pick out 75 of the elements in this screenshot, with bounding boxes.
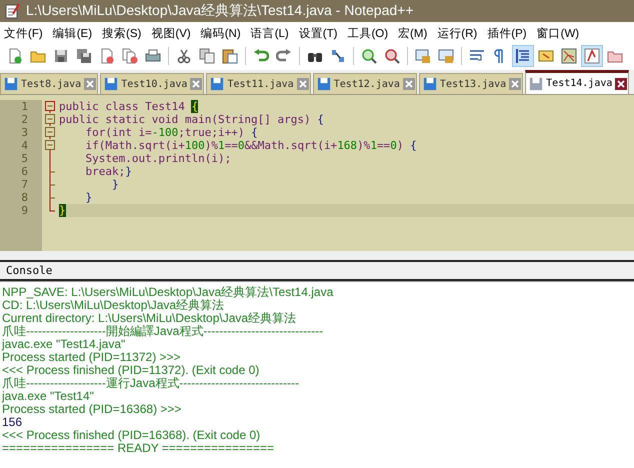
fold-toggle-icon[interactable]	[45, 100, 56, 113]
console-line: Process started (PID=16368) >>>	[2, 403, 182, 416]
copy-icon	[199, 48, 215, 64]
menu-item[interactable]: 搜索(S)	[98, 26, 146, 40]
menu-item[interactable]: 文件(F)	[0, 26, 47, 40]
line-number: 9	[0, 204, 42, 217]
console-line: <<< Process finished (PID=11372). (Exit code 0)	[2, 364, 260, 377]
file-tab[interactable]: Test14.java	[525, 70, 630, 94]
fold-toggle-icon[interactable]	[45, 113, 56, 126]
menu-item[interactable]: 设置(T)	[294, 26, 342, 40]
redo-icon	[276, 48, 292, 64]
line-number-gutter	[0, 217, 42, 251]
menu-item[interactable]: 窗口(W)	[532, 26, 584, 40]
close-file-icon	[99, 48, 115, 64]
indent-guide-icon	[515, 48, 531, 64]
save-icon	[53, 48, 69, 64]
console-line: 爪哇--------------------開始編譯Java程式------------------------------	[2, 325, 324, 338]
line-number: 8	[0, 191, 42, 204]
window-title: L:\Users\MiLu\Desktop\Java经典算法\Test14.java - Notepad++	[26, 2, 414, 20]
menu-item[interactable]: 宏(M)	[394, 26, 432, 40]
notepad-icon	[4, 3, 20, 19]
toolbar-button[interactable]	[512, 45, 534, 67]
print-icon	[145, 48, 161, 64]
menu-item[interactable]: 编码(N)	[196, 26, 245, 40]
close-icon[interactable]	[615, 78, 628, 90]
zoom-out-icon	[384, 48, 400, 64]
zoom-in-icon	[361, 48, 377, 64]
menu-item[interactable]: 视图(V)	[147, 26, 195, 40]
code-line: }	[110, 178, 120, 191]
line-number: 5	[0, 152, 42, 165]
console-line: javac.exe "Test14.java"	[2, 338, 126, 351]
console-line: NPP_SAVE: L:\Users\MiLu\Desktop\Java经典算法\Test14.java	[2, 286, 334, 299]
file-tab[interactable]: Test11.java	[206, 73, 311, 94]
save-all-icon	[76, 48, 92, 64]
fold-line-icon	[49, 152, 51, 165]
menu-item[interactable]: 插件(P)	[483, 26, 531, 40]
line-number: 3	[0, 126, 42, 139]
code-line: for(int i=-100;true;i++) {	[84, 126, 259, 139]
new-file-icon	[7, 48, 23, 64]
code-line: break;}	[84, 165, 133, 178]
console-line: java.exe "Test14"	[2, 390, 95, 403]
console-line: Current directory: L:\Users\MiLu\Desktop\Java经典算法	[2, 312, 298, 325]
code-line: if(Math.sqrt(i+100)%1==0&&Math.sqrt(i+168)%1==0) {	[84, 139, 418, 152]
scissors-icon	[176, 48, 192, 64]
line-number: 4	[0, 139, 42, 152]
console-line: ================ READY ================	[2, 442, 276, 455]
line-number: 1	[0, 100, 42, 113]
file-tab[interactable]: Test10.java	[100, 73, 204, 94]
code-line: System.out.println(i);	[84, 152, 232, 165]
panel-title: Console	[6, 264, 52, 277]
file-tab[interactable]: Test13.java	[418, 73, 524, 94]
code-line: public static void main(String[] args) {	[59, 113, 325, 126]
line-number: 2	[0, 113, 42, 126]
menu-item[interactable]: 工具(O)	[343, 26, 392, 40]
console-line: CD: L:\Users\MiLu\Desktop\Java经典算法	[2, 299, 226, 312]
code-line: public class Test14 {	[59, 100, 200, 113]
console-line: 156	[2, 416, 24, 429]
paste-icon	[222, 48, 238, 64]
close-all-icon	[122, 48, 138, 64]
console-line: <<< Process finished (PID=16368). (Exit code 0)	[2, 429, 262, 442]
code-line: }	[84, 191, 94, 204]
fold-toggle-icon[interactable]	[45, 126, 56, 139]
fold-end-icon	[49, 204, 55, 212]
line-number: 6	[0, 165, 42, 178]
fold-toggle-icon[interactable]	[45, 139, 56, 152]
menu-item[interactable]: 编辑(E)	[48, 26, 96, 40]
file-tab[interactable]: Test12.java	[312, 73, 417, 94]
file-tab[interactable]: Test8.java	[0, 73, 98, 94]
console-line: Process started (PID=11372) >>>	[2, 351, 182, 364]
menu-item[interactable]: 运行(R)	[433, 26, 482, 40]
menu-item[interactable]: 语言(L)	[246, 26, 293, 40]
undo-icon	[253, 48, 269, 64]
code-editor[interactable]: 1 public class Test14 { 2 public static void main(String[] args) { 3 for(int i=-100;true;i++) { 4 if(Math.sqrt(i+100)%1==0&&Math.sqrt(i+168)%1==0) { 5 System.out.println(i); 6 break;} 7 } 8 } 9 }	[0, 95, 634, 251]
console-line: 爪哇--------------------運行Java程式------------------------------	[2, 377, 300, 390]
line-number: 7	[0, 178, 42, 191]
